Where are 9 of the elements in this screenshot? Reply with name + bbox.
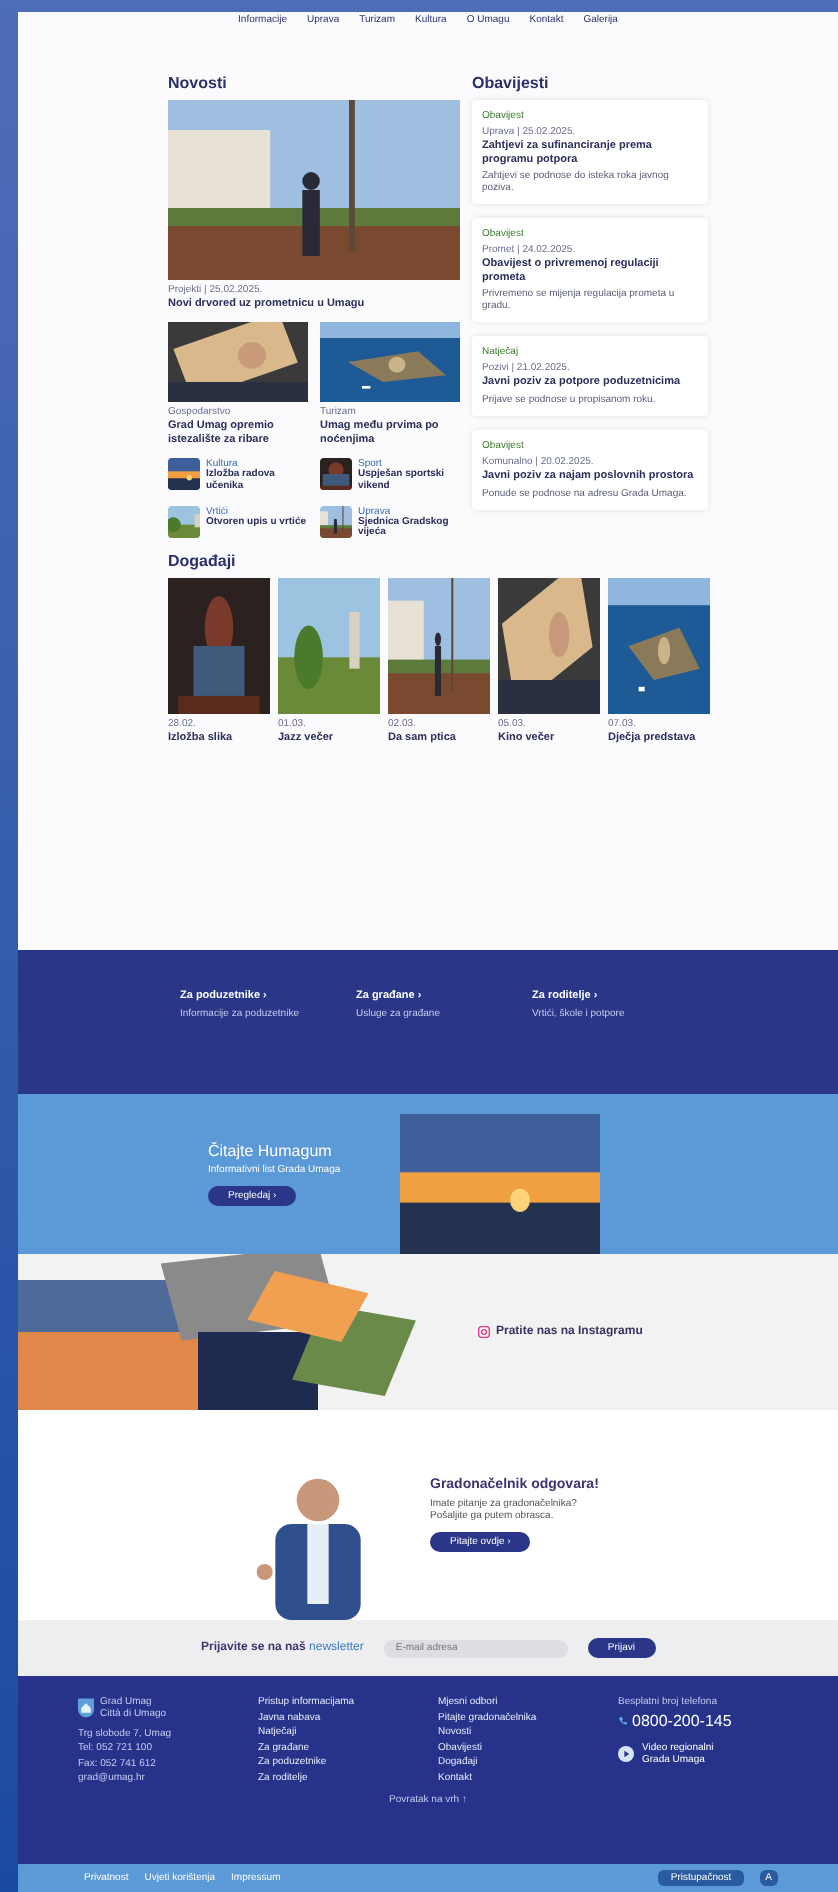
section-title[interactable]: Obavijesti — [472, 74, 708, 92]
phone-number[interactable]: 0800-200-145 — [632, 1711, 732, 1729]
section-title[interactable]: Novosti — [168, 74, 460, 92]
crest-icon — [78, 1698, 94, 1718]
section-title[interactable]: Događaji — [168, 552, 708, 571]
instagram-icon[interactable] — [478, 1326, 490, 1338]
phone-icon — [618, 1715, 628, 1725]
play-icon[interactable] — [618, 1746, 634, 1762]
magazine-title: Čitajte Humagum — [208, 1142, 332, 1160]
